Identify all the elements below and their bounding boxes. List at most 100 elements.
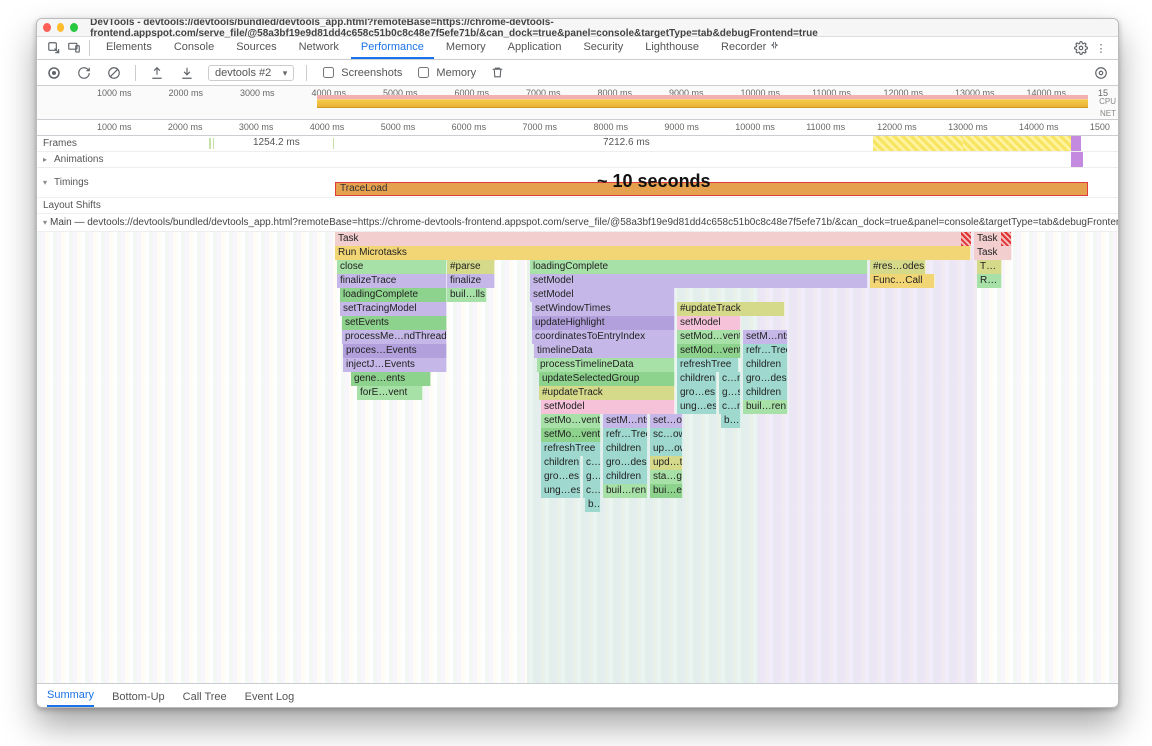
bar-refrtree[interactable]: refr…Tree bbox=[743, 344, 788, 358]
upload-icon[interactable] bbox=[148, 64, 166, 82]
bar-setmodel3[interactable]: setModel bbox=[677, 316, 741, 330]
tab-console[interactable]: Console bbox=[164, 37, 224, 59]
close-icon[interactable] bbox=[43, 23, 51, 32]
tab-network[interactable]: Network bbox=[289, 37, 349, 59]
collapse-icon[interactable]: ▾ bbox=[43, 178, 51, 187]
bar-geneents[interactable]: gene…ents bbox=[351, 372, 431, 386]
time-ruler[interactable]: 1000 ms2000 ms3000 ms4000 ms5000 ms6000 … bbox=[37, 120, 1118, 136]
bar-cn2[interactable]: c…n bbox=[719, 400, 741, 414]
bar-grodes[interactable]: gro…des bbox=[743, 372, 788, 386]
bar-task[interactable]: Task bbox=[974, 232, 1012, 246]
bar-coordstoidx[interactable]: coordinatesToEntryIndex bbox=[532, 330, 675, 344]
tab-summary[interactable]: Summary bbox=[47, 685, 94, 707]
bar-groes2[interactable]: gro…es bbox=[541, 470, 581, 484]
bar-setevents[interactable]: setEvents bbox=[342, 316, 447, 330]
bar-updts[interactable]: upd…ts bbox=[650, 456, 683, 470]
download-icon[interactable] bbox=[178, 64, 196, 82]
bar-refreshtree2[interactable]: refreshTree bbox=[541, 442, 601, 456]
bar-buildcalls[interactable]: buil…lls bbox=[447, 288, 487, 302]
bar-task[interactable]: Task bbox=[335, 232, 972, 246]
bar-timelinedata[interactable]: timelineData bbox=[534, 344, 675, 358]
session-select[interactable]: devtools #2 bbox=[208, 65, 294, 81]
bar-refreshtree[interactable]: refreshTree bbox=[677, 358, 739, 372]
bar-unges2[interactable]: ung…es bbox=[541, 484, 581, 498]
zoom-icon[interactable] bbox=[70, 23, 78, 32]
flame-graph[interactable]: Task Task Run Microtasks Task close #par… bbox=[37, 232, 1118, 683]
bar-children6[interactable]: children bbox=[603, 470, 648, 484]
bar-children4[interactable]: children bbox=[603, 442, 648, 456]
main-thread-header[interactable]: ▾ Main — devtools://devtools/bundled/dev… bbox=[37, 214, 1118, 232]
settings-icon[interactable] bbox=[1072, 39, 1090, 57]
expand-icon[interactable]: ▸ bbox=[43, 155, 51, 164]
bar-scow[interactable]: sc…ow bbox=[650, 428, 683, 442]
bar-task[interactable]: Task bbox=[974, 246, 1012, 260]
bar-setwindowtimes[interactable]: setWindowTimes bbox=[532, 302, 675, 316]
bar-t[interactable]: T… bbox=[977, 260, 1002, 274]
bar-resnodes[interactable]: #res…odes bbox=[870, 260, 926, 274]
bar-procevents[interactable]: proces…Events bbox=[343, 344, 447, 358]
bar-children3[interactable]: children bbox=[743, 386, 788, 400]
bar-updselgroup[interactable]: updateSelectedGroup bbox=[539, 372, 675, 386]
trash-icon[interactable] bbox=[488, 64, 506, 82]
tab-calltree[interactable]: Call Tree bbox=[183, 687, 227, 707]
bar-r[interactable]: R… bbox=[977, 274, 1002, 288]
overview-minimap[interactable]: 1000 ms2000 ms3000 ms4000 ms5000 ms6000 … bbox=[37, 86, 1118, 120]
tab-bottomup[interactable]: Bottom-Up bbox=[112, 687, 165, 707]
frames-track[interactable]: Frames 1254.2 ms 7212.6 ms bbox=[37, 136, 1118, 152]
bar-children2[interactable]: children bbox=[677, 372, 717, 386]
tab-elements[interactable]: Elements bbox=[96, 37, 162, 59]
bar-proctimeline[interactable]: processTimelineData bbox=[537, 358, 675, 372]
bar-grodes2[interactable]: gro…des bbox=[603, 456, 648, 470]
collapse-icon[interactable]: ▾ bbox=[43, 218, 47, 227]
bar-finalize[interactable]: finalize bbox=[447, 274, 495, 288]
tab-performance[interactable]: Performance bbox=[351, 37, 434, 59]
inspect-icon[interactable] bbox=[45, 39, 63, 57]
tab-eventlog[interactable]: Event Log bbox=[245, 687, 295, 707]
bar-builren[interactable]: buil…ren bbox=[743, 400, 788, 414]
bar-runmicrotasks[interactable]: Run Microtasks bbox=[335, 246, 971, 260]
clear-icon[interactable] bbox=[105, 64, 123, 82]
bar-setmodel2[interactable]: setModel bbox=[530, 288, 675, 302]
bar-cn[interactable]: c…n bbox=[719, 372, 741, 386]
bar-processthreads[interactable]: processMe…ndThreads bbox=[342, 330, 447, 344]
bar-loadingcomplete2[interactable]: loadingComplete bbox=[340, 288, 447, 302]
more-icon[interactable]: ⋮ bbox=[1092, 39, 1110, 57]
tab-lighthouse[interactable]: Lighthouse bbox=[635, 37, 709, 59]
bar-updatehighlight[interactable]: updateHighlight bbox=[532, 316, 675, 330]
tab-application[interactable]: Application bbox=[498, 37, 572, 59]
animations-track[interactable]: ▸Animations bbox=[37, 152, 1118, 168]
bar-stage[interactable]: sta…ge bbox=[650, 470, 683, 484]
bar-children[interactable]: children bbox=[743, 358, 788, 372]
bar-parse[interactable]: #parse bbox=[447, 260, 495, 274]
bar-g[interactable]: g… bbox=[583, 470, 601, 484]
bar-setmodel[interactable]: setModel bbox=[530, 274, 868, 288]
bar-injectevents[interactable]: injectJ…Events bbox=[343, 358, 447, 372]
bar-setmnts[interactable]: setM…nts bbox=[743, 330, 788, 344]
tab-sources[interactable]: Sources bbox=[226, 37, 286, 59]
bar-setmodevents2[interactable]: setMod…vents bbox=[677, 344, 741, 358]
memory-checkbox[interactable]: Memory bbox=[414, 64, 476, 81]
tab-security[interactable]: Security bbox=[573, 37, 633, 59]
tab-memory[interactable]: Memory bbox=[436, 37, 496, 59]
bar-children5[interactable]: children bbox=[541, 456, 581, 470]
bar-unges[interactable]: ung…es bbox=[677, 400, 717, 414]
bar-buied[interactable]: bui…ed bbox=[650, 484, 683, 498]
timings-track[interactable]: ▾Timings TraceLoad bbox=[37, 168, 1118, 198]
perf-settings-icon[interactable] bbox=[1092, 64, 1110, 82]
bar-loadingcomplete[interactable]: loadingComplete bbox=[530, 260, 868, 274]
bar-setmovents[interactable]: setMo…vents bbox=[541, 414, 601, 428]
bar-setmodel4[interactable]: setModel bbox=[541, 400, 675, 414]
bar-upow[interactable]: up…ow bbox=[650, 442, 683, 456]
device-icon[interactable] bbox=[65, 39, 83, 57]
minimize-icon[interactable] bbox=[57, 23, 65, 32]
layout-shifts-track[interactable]: Layout Shifts bbox=[37, 198, 1118, 214]
bar-forevent[interactable]: forE…vent bbox=[357, 386, 423, 400]
bar-setmodevents[interactable]: setMod…vents bbox=[677, 330, 741, 344]
record-icon[interactable] bbox=[45, 64, 63, 82]
bar-close[interactable]: close bbox=[337, 260, 447, 274]
bar-bn[interactable]: b…n bbox=[721, 414, 741, 428]
bar-c[interactable]: c… bbox=[583, 456, 601, 470]
bar-builren2[interactable]: buil…ren bbox=[603, 484, 648, 498]
bar-settracingmodel[interactable]: setTracingModel bbox=[340, 302, 447, 316]
bar-groes[interactable]: gro…es bbox=[677, 386, 717, 400]
